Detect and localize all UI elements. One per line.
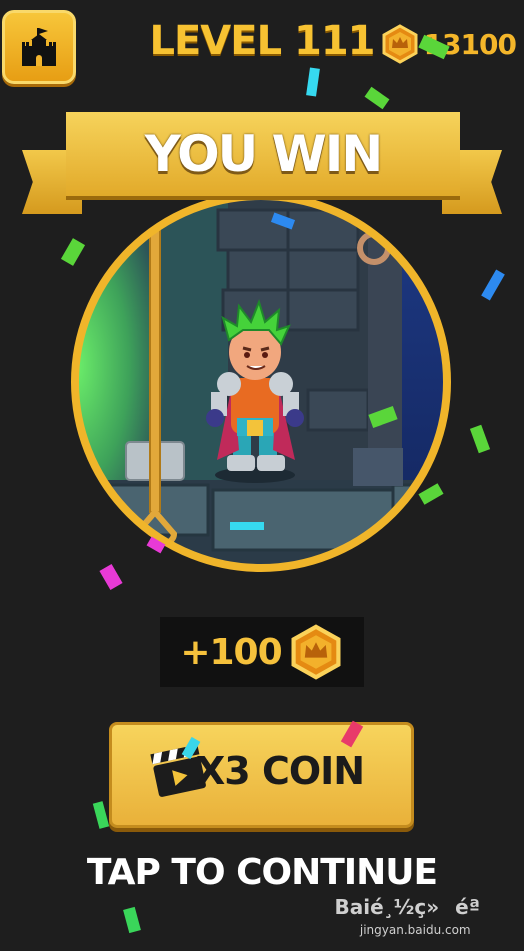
you-win-title: YOU WIN [144,125,384,183]
tap-to-continue[interactable]: TAP TO CONTINUE [0,852,524,893]
watermark-url: jingyan.baidu.com [359,923,471,937]
watermark: Baié¸½ç»éª jingyan.baidu.com [335,895,496,937]
x3-coin-label: X3 COIN [196,749,365,793]
you-win-banner: YOU WIN [66,112,460,196]
confetti-piece [92,801,110,829]
reward-panel: +100 [160,617,364,687]
watermark-logo: Baié¸½ç»éª [334,895,496,919]
confetti-piece [481,269,505,301]
confetti-piece [306,67,320,97]
crown-coin-icon [382,24,418,64]
reward-amount: +100 [180,631,282,673]
confetti-piece [230,522,264,530]
confetti-piece [123,906,141,934]
confetti-piece [364,86,390,110]
crown-coin-icon [291,624,341,680]
x3-coin-button[interactable]: X3 COIN [109,722,414,828]
coin-counter: 13100 [380,22,517,66]
